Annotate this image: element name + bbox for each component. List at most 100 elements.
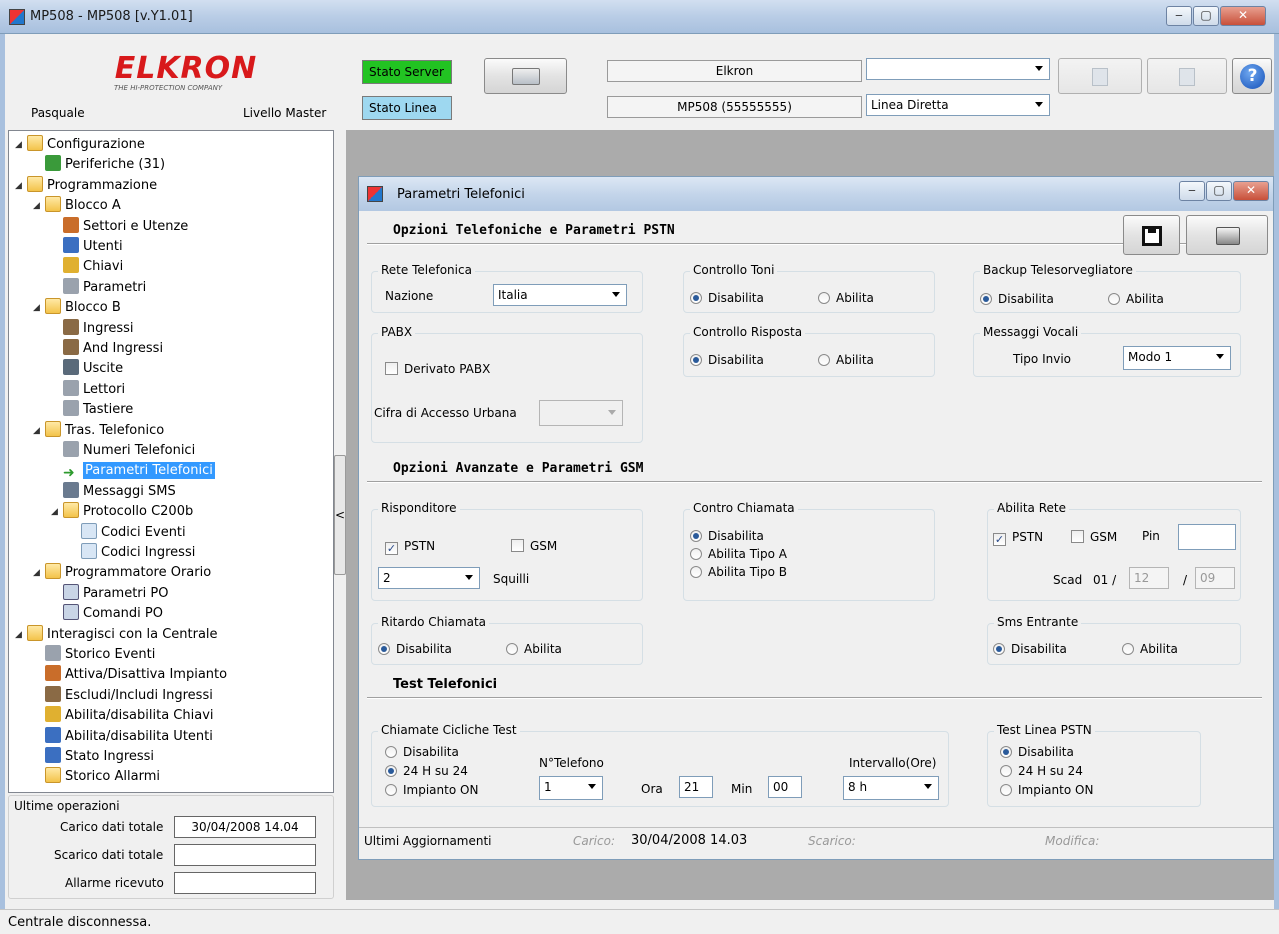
tree-item-abilita-utenti[interactable]: Abilita/disabilita Utenti — [45, 726, 213, 747]
tree-item-protocollo-c200b[interactable]: ◢ Protocollo C200b — [51, 502, 193, 522]
child-maximize-button[interactable]: ▢ — [1206, 181, 1232, 201]
tree-item-utenti[interactable]: Utenti — [63, 237, 123, 257]
expand-toggle-icon[interactable]: ◢ — [15, 176, 25, 196]
expand-toggle-icon[interactable]: ◢ — [51, 502, 61, 522]
expand-toggle-icon[interactable]: ◢ — [33, 421, 43, 441]
toni-abilita-radio[interactable]: Abilita — [818, 290, 874, 306]
risponditore-pstn-checkbox[interactable]: ✓ PSTN — [385, 538, 435, 555]
test-24h-radio[interactable]: 24 H su 24 — [1000, 763, 1083, 779]
tree-item-periferiche[interactable]: Periferiche (31) — [45, 155, 165, 175]
pin-input[interactable] — [1178, 524, 1236, 550]
risposta-abilita-radio[interactable]: Abilita — [818, 352, 874, 368]
sms-abilita-radio[interactable]: Abilita — [1122, 641, 1178, 657]
tree-item-blocco-b[interactable]: ◢ Blocco B — [33, 298, 121, 318]
backup-disabilita-radio[interactable]: Disabilita — [980, 291, 1054, 307]
ritardo-abilita-radio[interactable]: Abilita — [506, 641, 562, 657]
expand-toggle-icon[interactable]: ◢ — [15, 625, 25, 645]
maximize-button[interactable]: ▢ — [1193, 6, 1219, 26]
child-minimize-button[interactable]: ‒ — [1179, 181, 1205, 201]
tree-item-parametri[interactable]: Parametri — [63, 277, 146, 298]
cifra-combo[interactable] — [539, 400, 623, 426]
pabx-group: PABX — [371, 325, 643, 443]
tipo-invio-combo[interactable]: Modo 1 — [1123, 346, 1231, 370]
collapse-splitter[interactable]: < — [334, 455, 346, 575]
tree-item-programmazione[interactable]: ◢ Programmazione — [15, 175, 157, 196]
tree-item-lettori[interactable]: Lettori — [63, 379, 125, 400]
tree-item-storico-allarmi[interactable]: Storico Allarmi — [45, 767, 160, 787]
test-impianto-radio[interactable]: Impianto ON — [1000, 782, 1093, 798]
tree-item-messaggi-sms[interactable]: Messaggi SMS — [63, 481, 176, 502]
contro-disabilita-radio[interactable]: Disabilita — [690, 528, 764, 544]
cicliche-24h-radio[interactable]: 24 H su 24 — [385, 763, 468, 779]
rete-gsm-checkbox[interactable]: GSM — [1071, 529, 1117, 545]
tree-item-programmatore-orario[interactable]: ◢ Programmatore Orario — [33, 563, 211, 583]
tree-item-tras-telefonico[interactable]: ◢ Tras. Telefonico — [33, 420, 164, 441]
tree-item-abilita-chiavi[interactable]: Abilita/disabilita Chiavi — [45, 706, 214, 726]
risponditore-gsm-checkbox[interactable]: GSM — [511, 538, 557, 554]
cicliche-disabilita-radio[interactable]: Disabilita — [385, 744, 459, 760]
scad-month-input[interactable]: 12 — [1129, 567, 1169, 589]
intervallo-combo[interactable]: 8 h — [843, 776, 939, 800]
expand-toggle-icon[interactable]: ◢ — [33, 563, 43, 583]
tree-item-parametri-telefonici[interactable]: ➜ Parametri Telefonici — [63, 461, 215, 481]
tree-item-uscite[interactable]: Uscite — [63, 359, 123, 379]
close-button[interactable]: ✕ — [1220, 6, 1266, 26]
minimize-button[interactable]: ‒ — [1166, 6, 1192, 26]
child-app-icon — [367, 186, 383, 202]
tree-item-interagisci[interactable]: ◢ Interagisci con la Centrale — [15, 624, 218, 645]
toni-disabilita-radio[interactable]: Disabilita — [690, 290, 764, 306]
utenti-icon — [63, 237, 79, 253]
derivato-pabx-checkbox[interactable]: Derivato PABX — [385, 361, 490, 377]
save-button[interactable] — [1123, 215, 1180, 255]
pabx-caption: PABX — [378, 325, 416, 339]
nazione-combo[interactable]: Italia — [493, 284, 627, 306]
ritardo-disabilita-radio[interactable]: Disabilita — [378, 641, 452, 657]
stato-server-indicator: Stato Server — [362, 60, 452, 84]
line-type-combo[interactable]: Linea Diretta — [866, 94, 1050, 116]
tree-item-numeri-telefonici[interactable]: Numeri Telefonici — [63, 441, 195, 461]
help-button[interactable]: ? — [1232, 58, 1272, 94]
ntelefono-combo[interactable]: 1 — [539, 776, 603, 800]
tree-item-comandi-po[interactable]: Comandi PO — [63, 604, 163, 624]
expand-toggle-icon[interactable]: ◢ — [15, 135, 25, 155]
tree-item-ingressi[interactable]: Ingressi — [63, 318, 134, 339]
scad-year-input[interactable]: 09 — [1195, 567, 1235, 589]
cicliche-impianto-radio[interactable]: Impianto ON — [385, 782, 478, 798]
tree-item-chiavi[interactable]: Chiavi — [63, 257, 123, 277]
tree-item-attiva-disattiva[interactable]: Attiva/Disattiva Impianto — [45, 665, 227, 685]
test-disabilita-radio[interactable]: Disabilita — [1000, 744, 1074, 760]
contro-tipo-b-radio[interactable]: Abilita Tipo B — [690, 564, 787, 580]
ora-input[interactable]: 21 — [679, 776, 713, 798]
tree-item-escludi-includi[interactable]: Escludi/Includi Ingressi — [45, 685, 213, 706]
risposta-disabilita-radio[interactable]: Disabilita — [690, 352, 764, 368]
print-button[interactable] — [1186, 215, 1268, 255]
upload-button[interactable] — [1058, 58, 1142, 94]
sms-disabilita-radio[interactable]: Disabilita — [993, 641, 1067, 657]
tree-item-parametri-po[interactable]: Parametri PO — [63, 583, 168, 604]
tree-item-codici-eventi[interactable]: Codici Eventi — [81, 522, 186, 543]
stato-ingressi-icon — [45, 747, 61, 763]
min-input[interactable]: 00 — [768, 776, 802, 798]
tree-item-storico-eventi[interactable]: Storico Eventi — [45, 645, 155, 665]
controllo-risposta-caption: Controllo Risposta — [690, 325, 806, 339]
scad-day: 01 / — [1093, 573, 1117, 587]
contro-tipo-a-radio[interactable]: Abilita Tipo A — [690, 546, 787, 562]
child-close-button[interactable]: ✕ — [1233, 181, 1269, 201]
tree-item-tastiere[interactable]: Tastiere — [63, 400, 133, 420]
printer-icon — [1216, 227, 1240, 245]
squilli-combo[interactable]: 2 — [378, 567, 480, 589]
expand-toggle-icon[interactable]: ◢ — [33, 196, 43, 216]
rete-pstn-checkbox[interactable]: ✓ PSTN — [993, 529, 1043, 546]
expand-toggle-icon[interactable]: ◢ — [33, 298, 43, 318]
connection-combo[interactable] — [866, 58, 1050, 80]
tree-item-and-ingressi[interactable]: And Ingressi — [63, 339, 163, 359]
tree-item-blocco-a[interactable]: ◢ Blocco A — [33, 196, 121, 216]
tree-item-codici-ingressi[interactable]: Codici Ingressi — [81, 543, 195, 563]
tree-item-configurazione[interactable]: ◢ Configurazione — [15, 135, 145, 155]
backup-abilita-radio[interactable]: Abilita — [1108, 291, 1164, 307]
download-button[interactable] — [1147, 58, 1227, 94]
tree-item-stato-ingressi[interactable]: Stato Ingressi — [45, 747, 154, 767]
connect-button[interactable] — [484, 58, 567, 94]
last-operations-panel: Ultime operazioni Carico dati totale 30/… — [8, 795, 334, 899]
tree-item-settori-e-utenze[interactable]: Settori e Utenze — [63, 216, 188, 237]
